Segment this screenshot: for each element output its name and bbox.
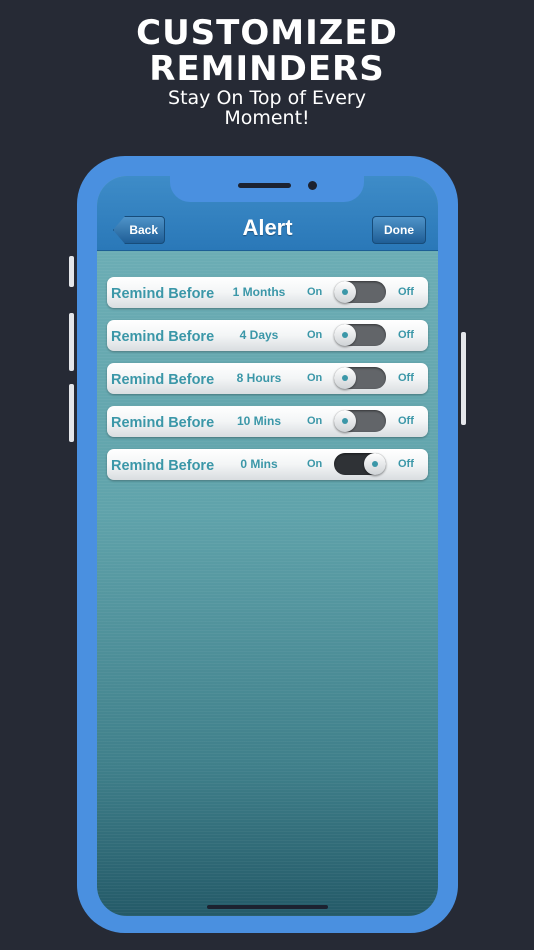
phone-volume-up-button	[69, 313, 74, 371]
app-screen: Back Alert Done Remind Before 1 Months O…	[97, 176, 438, 916]
promo-title-line-2: REMINDERS	[149, 49, 385, 89]
reminder-label: Remind Before	[111, 372, 215, 388]
speaker-grille	[238, 183, 291, 188]
toggle-knob	[334, 367, 356, 389]
reminder-toggle[interactable]	[334, 281, 386, 303]
reminder-row[interactable]: Remind Before 4 Days On Off	[107, 320, 428, 351]
phone-volume-down-button	[69, 384, 74, 442]
toggle-knob	[334, 410, 356, 432]
reminder-row[interactable]: Remind Before 1 Months On Off	[107, 277, 428, 308]
reminder-row[interactable]: Remind Before 8 Hours On Off	[107, 363, 428, 394]
toggle-knob	[364, 453, 386, 475]
reminder-toggle[interactable]	[334, 453, 386, 475]
reminder-label: Remind Before	[111, 329, 215, 345]
reminder-label: Remind Before	[111, 286, 215, 302]
off-label: Off	[398, 415, 414, 427]
off-label: Off	[398, 286, 414, 298]
reminder-value[interactable]: 10 Mins	[227, 413, 291, 429]
phone-silent-switch	[69, 256, 74, 287]
home-indicator[interactable]	[207, 905, 328, 909]
reminder-toggle[interactable]	[334, 367, 386, 389]
on-label: On	[307, 372, 323, 384]
off-label: Off	[398, 329, 414, 341]
off-label: Off	[398, 372, 414, 384]
done-button[interactable]: Done	[372, 216, 426, 244]
phone-power-button	[461, 332, 466, 425]
reminder-value[interactable]: 8 Hours	[227, 370, 291, 386]
reminder-row[interactable]: Remind Before 0 Mins On Off	[107, 449, 428, 480]
reminder-value[interactable]: 0 Mins	[227, 456, 291, 472]
reminder-value[interactable]: 1 Months	[227, 284, 291, 300]
reminder-toggle[interactable]	[334, 324, 386, 346]
reminder-row[interactable]: Remind Before 10 Mins On Off	[107, 406, 428, 437]
on-label: On	[307, 458, 323, 470]
phone-notch	[170, 176, 364, 202]
reminder-label: Remind Before	[111, 415, 215, 431]
off-label: Off	[398, 458, 414, 470]
on-label: On	[307, 329, 323, 341]
on-label: On	[307, 286, 323, 298]
reminder-value[interactable]: 4 Days	[227, 327, 291, 343]
promo-subtitle-line-2: Moment!	[224, 107, 310, 129]
front-camera	[308, 181, 317, 190]
on-label: On	[307, 415, 323, 427]
reminder-toggle[interactable]	[334, 410, 386, 432]
toggle-knob	[334, 324, 356, 346]
promo-subtitle-line-1: Stay On Top of Every	[168, 87, 366, 109]
reminder-label: Remind Before	[111, 458, 215, 474]
promo-title-line-1: CUSTOMIZED	[136, 13, 398, 53]
toggle-knob	[334, 281, 356, 303]
